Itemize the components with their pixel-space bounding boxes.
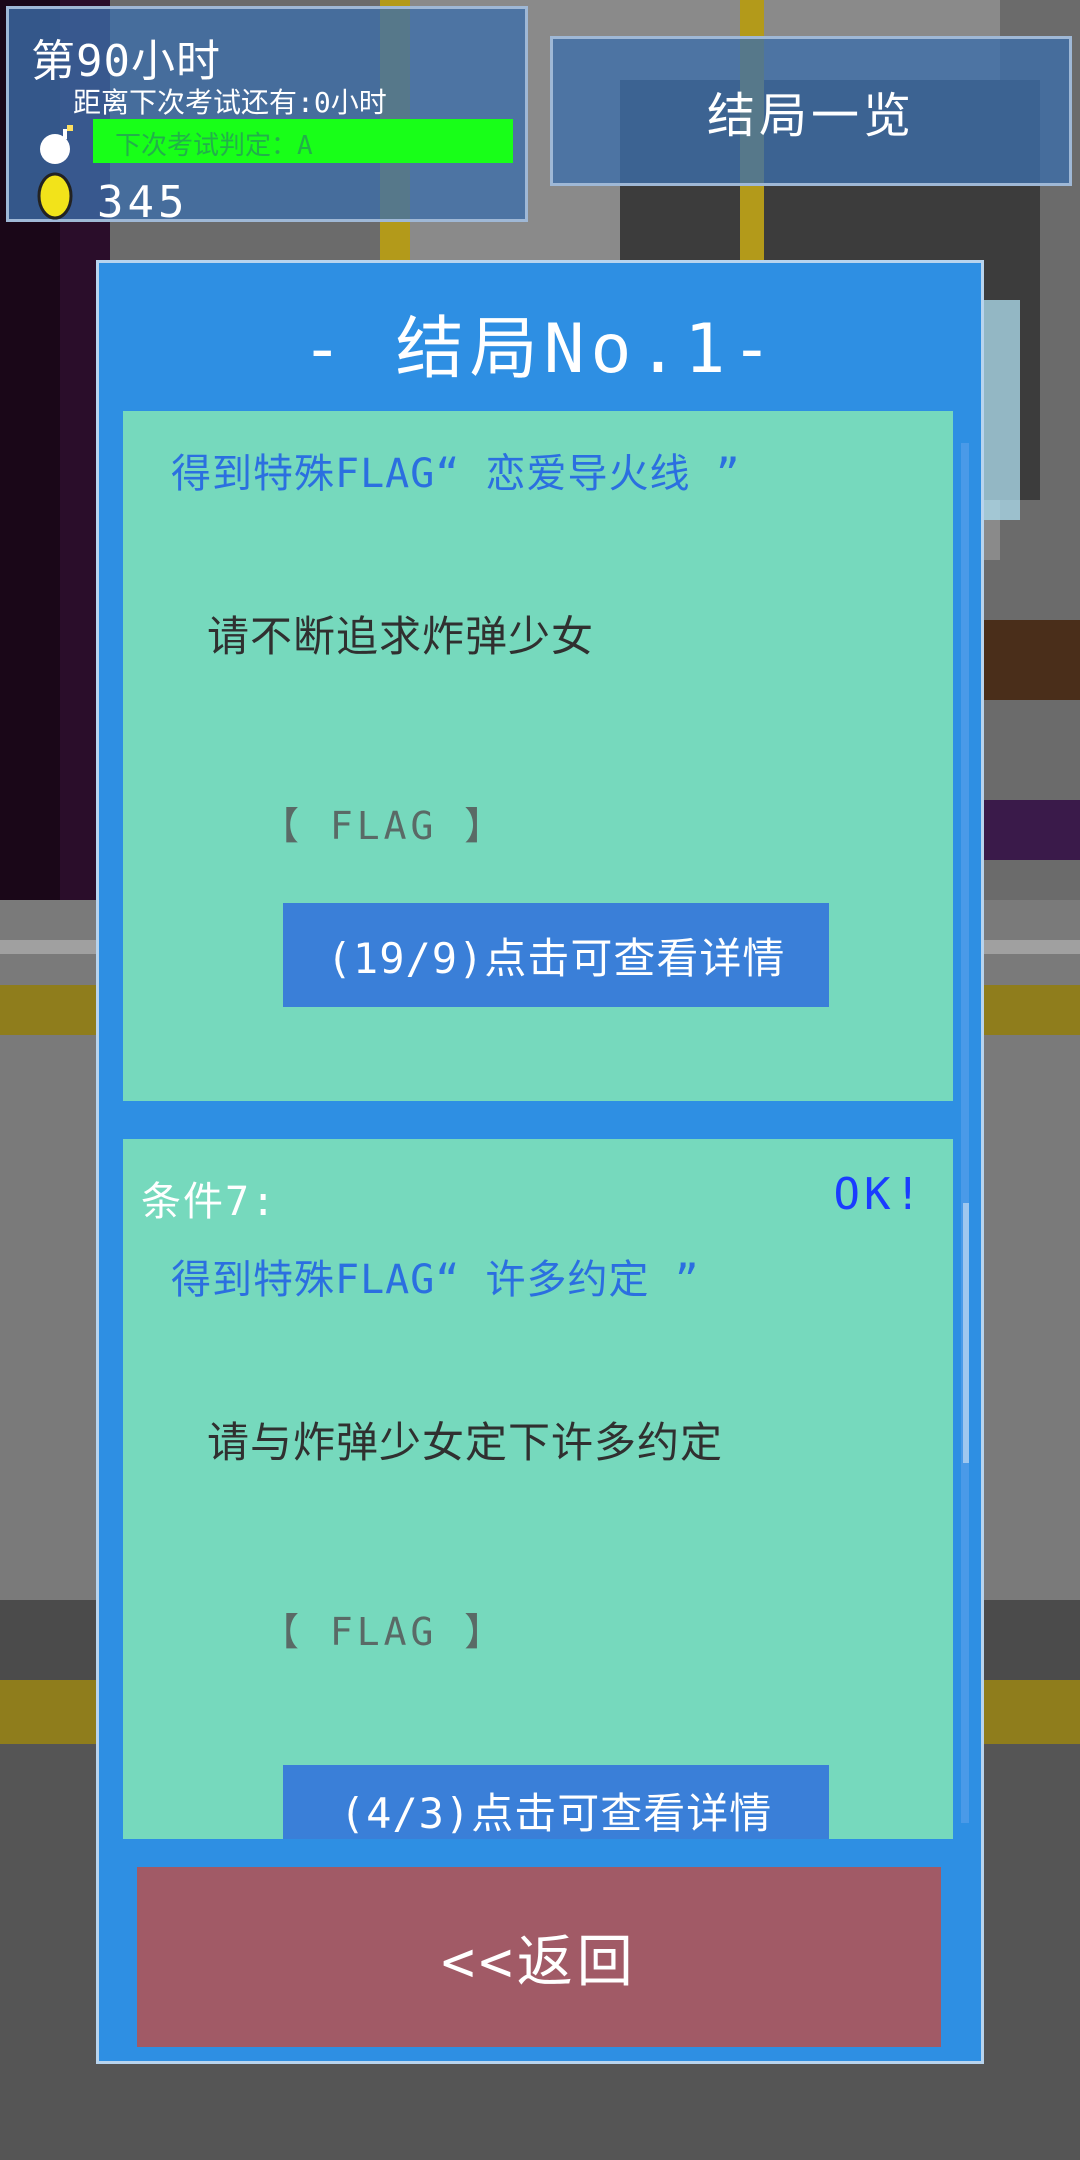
bomb-icon (40, 125, 73, 164)
panel-title: - 结局No.1- (301, 310, 779, 389)
status-hud: 第90小时 距离下次考试还有:0小时 下次考试判定：A 345 (6, 6, 528, 228)
condition-title: 得到特殊FLAG“ 恋爱导火线 ” (171, 451, 741, 497)
coin-icon (37, 172, 73, 220)
condition-description: 请不断追求炸弹少女 (207, 612, 595, 661)
exam-countdown: 距离下次考试还有:0小时 (73, 86, 387, 119)
background-object (980, 620, 1080, 700)
coin-count: 345 (97, 177, 189, 228)
scrollbar-thumb[interactable] (963, 1203, 969, 1463)
condition-card: 得到特殊FLAG“ 恋爱导火线 ” 请不断追求炸弹少女 【 FLAG 】 (19… (123, 411, 953, 1101)
exam-judgement-bar: 下次考试判定：A (93, 119, 513, 163)
condition-tag: 【 FLAG 】 (261, 804, 507, 848)
view-details-button[interactable]: (4/3)点击可查看详情 (283, 1765, 829, 1839)
conditions-list[interactable]: 得到特殊FLAG“ 恋爱导火线 ” 请不断追求炸弹少女 【 FLAG 】 (19… (123, 411, 953, 1839)
condition-status: OK! (833, 1169, 925, 1220)
scrollbar-track[interactable] (961, 443, 969, 1823)
ending-overview-button[interactable]: 结局一览 (550, 36, 1072, 186)
condition-description: 请与炸弹少女定下许多约定 (207, 1418, 724, 1467)
view-details-button[interactable]: (19/9)点击可查看详情 (283, 903, 829, 1007)
condition-tag: 【 FLAG 】 (261, 1610, 507, 1654)
condition-label: 条件7: (141, 1179, 278, 1225)
condition-card: 条件7: OK! 得到特殊FLAG“ 许多约定 ” 请与炸弹少女定下许多约定 【… (123, 1139, 953, 1839)
hour-counter: 第90小时 (31, 36, 221, 87)
back-button[interactable]: <<返回 (137, 1867, 941, 2047)
condition-title: 得到特殊FLAG“ 许多约定 ” (171, 1257, 700, 1303)
ending-panel: - 结局No.1- 得到特殊FLAG“ 恋爱导火线 ” 请不断追求炸弹少女 【 … (96, 260, 984, 2064)
